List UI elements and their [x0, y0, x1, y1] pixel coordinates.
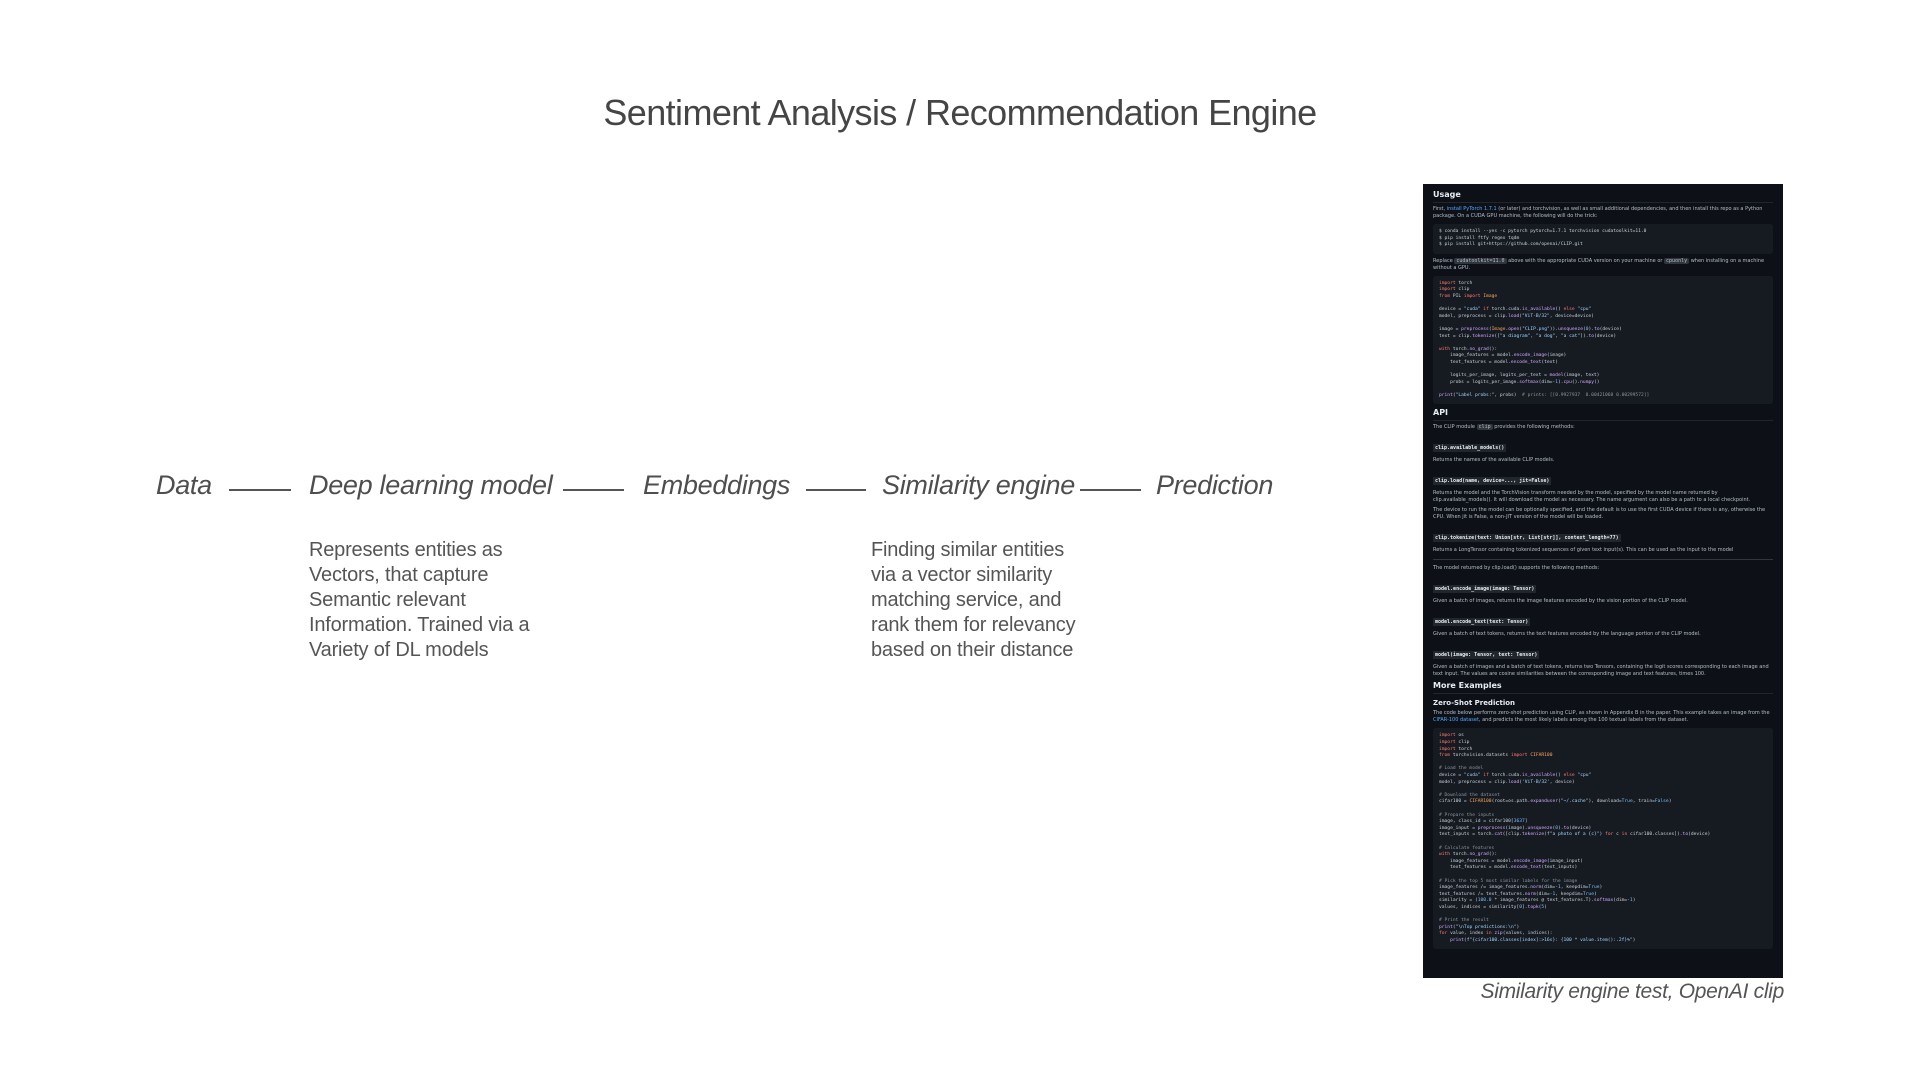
- api-intro: The CLIP module clip provides the follow…: [1433, 424, 1773, 431]
- method-description: Given a batch of images and a batch of t…: [1433, 664, 1769, 678]
- method-signature: clip.available_models(): [1433, 444, 1507, 453]
- examples-intro: The code below performs zero-shot predic…: [1433, 710, 1773, 724]
- method-description: Returns the names of the available CLIP …: [1433, 457, 1555, 464]
- text: provides the following methods:: [1492, 424, 1575, 431]
- inline-code: clip: [1476, 424, 1493, 431]
- method-signature: model.encode_text(text: Tensor): [1433, 618, 1531, 627]
- deep-learning-model-description: Represents entities as Vectors, that cap…: [309, 539, 530, 661]
- method-signature: model.encode_image(image: Tensor): [1433, 585, 1537, 594]
- zero-shot-heading: Zero-Shot Prediction: [1433, 699, 1516, 708]
- method-description: The device to run the model can be optio…: [1433, 507, 1766, 521]
- pipeline-node-embeddings: Embeddings: [643, 470, 791, 500]
- install-pytorch-link[interactable]: install PyTorch 1.7.1: [1447, 206, 1497, 212]
- pipeline-node-deep-learning-model: Deep learning model: [309, 470, 553, 500]
- method-description: Given a batch of text tokens, returns th…: [1433, 631, 1701, 638]
- method-signature: clip.tokenize(text: Union[str, List[str]…: [1433, 534, 1621, 543]
- inline-code: cudatoolkit=11.0: [1454, 257, 1507, 264]
- connector-line: [563, 489, 624, 491]
- pipeline-node-prediction: Prediction: [1156, 470, 1274, 500]
- replace-note: Replace cudatoolkit=11.0 above with the …: [1433, 257, 1773, 272]
- text: The CLIP module: [1433, 424, 1477, 431]
- usage-heading: Usage: [1433, 190, 1773, 203]
- pipeline-node-data: Data: [156, 470, 212, 500]
- text: Replace: [1433, 257, 1455, 264]
- divider: [1433, 559, 1773, 561]
- usage-code-block: import torch import clip from PIL import…: [1433, 275, 1773, 405]
- inline-code: cpuonly: [1664, 257, 1690, 264]
- screenshot-caption: Similarity engine test, OpenAI clip: [1480, 980, 1785, 1003]
- pipeline-node-similarity-engine: Similarity engine: [882, 470, 1075, 500]
- method-description: Given a batch of images, returns the ima…: [1433, 598, 1688, 605]
- text: above with the appropriate CUDA version …: [1506, 257, 1665, 264]
- slide-title: Sentiment Analysis / Recommendation Engi…: [603, 92, 1317, 133]
- text: The code below performs zero-shot predic…: [1433, 710, 1770, 717]
- install-code-block: $ conda install --yes -c pytorch pytorch…: [1433, 224, 1773, 254]
- method-signature: clip.load(name, device=..., jit=False): [1433, 477, 1552, 486]
- method-description: Returns a LongTensor containing tokenize…: [1433, 547, 1734, 554]
- clip-readme-screenshot: Usage First, install PyTorch 1.7.1 (or l…: [1423, 184, 1783, 978]
- zero-shot-code-block: import os import clip import torch from …: [1433, 728, 1773, 950]
- more-examples-heading: More Examples: [1433, 681, 1773, 695]
- cifar-link[interactable]: CIFAR-100 dataset: [1433, 717, 1479, 723]
- text: , and predicts the most likely labels am…: [1478, 717, 1689, 724]
- usage-intro: First, install PyTorch 1.7.1 (or later) …: [1433, 206, 1773, 220]
- method-signature: model(image: Tensor, text: Tensor): [1433, 651, 1540, 660]
- similarity-engine-description: Finding similar entities via a vector si…: [871, 539, 1076, 661]
- connector-line: [229, 489, 291, 491]
- model-intro: The model returned by clip.load() suppor…: [1433, 565, 1600, 572]
- connector-line: [1080, 489, 1141, 491]
- connector-line: [806, 489, 866, 491]
- api-heading: API: [1433, 408, 1773, 422]
- text: First,: [1433, 206, 1447, 212]
- method-description: Returns the model and the TorchVision tr…: [1433, 490, 1751, 504]
